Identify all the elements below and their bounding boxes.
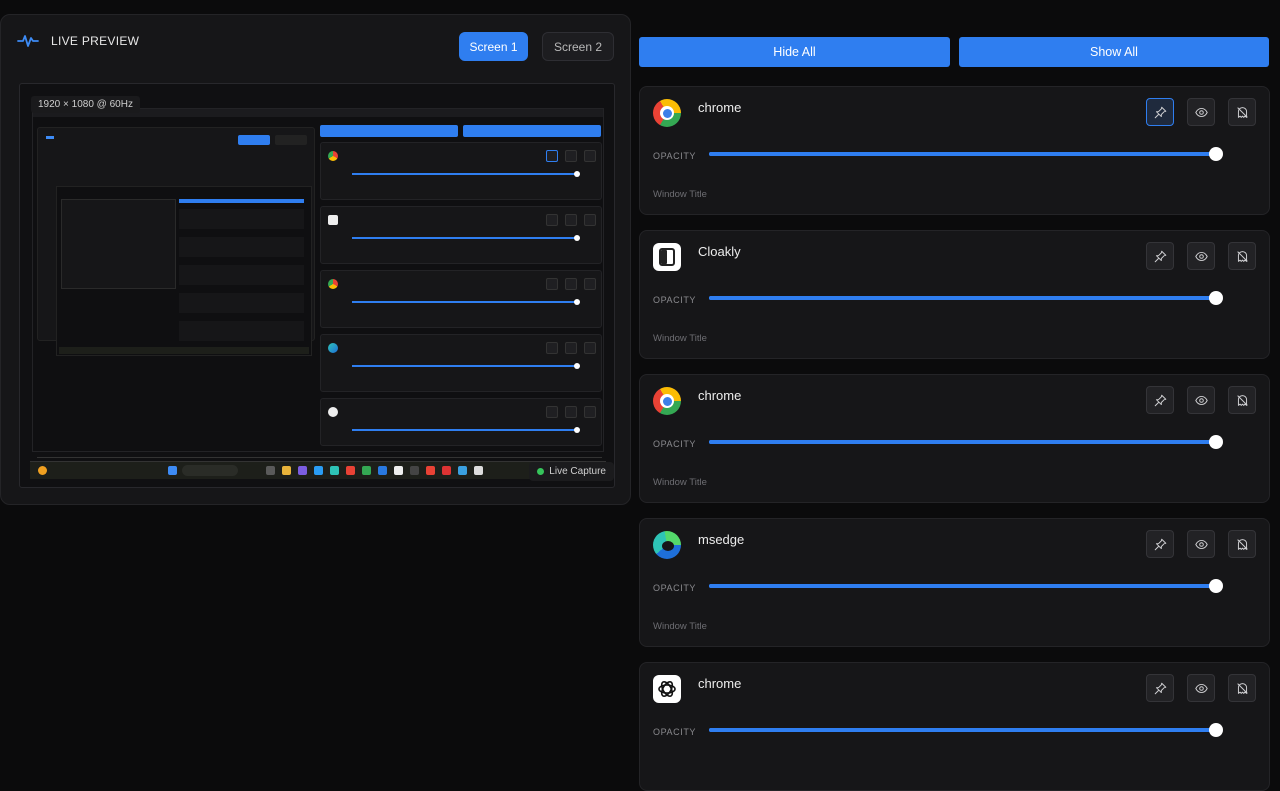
- preview-title: LIVE PREVIEW: [51, 34, 140, 48]
- capture-exclude-button[interactable]: [1228, 386, 1256, 414]
- window-app-name: chrome: [698, 100, 742, 115]
- screen-2-button[interactable]: Screen 2: [542, 32, 614, 61]
- show-all-button[interactable]: Show All: [959, 37, 1269, 67]
- opacity-slider-thumb[interactable]: [1209, 291, 1223, 305]
- window-title: Window Title: [653, 621, 707, 632]
- capture-exclude-button[interactable]: [1228, 242, 1256, 270]
- window-card: Cloakly OPACITY Window Title: [639, 230, 1270, 359]
- visibility-button[interactable]: [1187, 98, 1215, 126]
- opacity-slider-thumb[interactable]: [1209, 579, 1223, 593]
- cloakly-icon: [653, 243, 681, 271]
- ghost-icon: [1236, 682, 1248, 694]
- window-app-name: msedge: [698, 532, 745, 547]
- ghost-icon: [1236, 394, 1248, 406]
- live-capture-label: Live Capture: [549, 466, 606, 477]
- opacity-slider[interactable]: [709, 291, 1223, 305]
- opacity-label: OPACITY: [653, 151, 697, 161]
- pin-button[interactable]: [1146, 386, 1174, 414]
- pin-button[interactable]: [1146, 530, 1174, 558]
- opacity-slider[interactable]: [709, 723, 1223, 737]
- window-card: chrome OPACITY: [639, 662, 1270, 791]
- opacity-label: OPACITY: [653, 295, 697, 305]
- opacity-slider[interactable]: [709, 147, 1223, 161]
- chatgpt-icon: [653, 675, 681, 703]
- window-title: Window Title: [653, 333, 707, 344]
- pin-button[interactable]: [1146, 242, 1174, 270]
- preview-header: LIVE PREVIEW: [17, 33, 139, 49]
- window-card: chrome OPACITY Window Title: [639, 86, 1270, 215]
- pin-icon: [1154, 394, 1166, 406]
- window-title: Window Title: [653, 477, 707, 488]
- opacity-slider[interactable]: [709, 579, 1223, 593]
- pin-icon: [1154, 682, 1166, 694]
- opacity-slider[interactable]: [709, 435, 1223, 449]
- opacity-slider-thumb[interactable]: [1209, 147, 1223, 161]
- activity-icon: [17, 35, 39, 47]
- captured-desktop-image: [32, 108, 604, 458]
- hide-all-button[interactable]: Hide All: [639, 37, 950, 67]
- window-app-name: chrome: [698, 676, 742, 691]
- live-capture-badge: Live Capture: [529, 462, 614, 481]
- live-preview-panel: LIVE PREVIEW Screen 1 Screen 2 1920 × 10…: [0, 14, 631, 505]
- opacity-label: OPACITY: [653, 727, 697, 737]
- visibility-button[interactable]: [1187, 386, 1215, 414]
- ghost-icon: [1236, 538, 1248, 550]
- eye-icon: [1194, 251, 1208, 261]
- capture-exclude-button[interactable]: [1228, 674, 1256, 702]
- window-title: Window Title: [653, 189, 707, 200]
- pin-icon: [1154, 538, 1166, 550]
- resolution-badge: 1920 × 1080 @ 60Hz: [31, 96, 140, 113]
- opacity-slider-thumb[interactable]: [1209, 723, 1223, 737]
- screen-1-button[interactable]: Screen 1: [459, 32, 528, 61]
- chrome-icon: [653, 99, 681, 127]
- pin-icon: [1154, 250, 1166, 262]
- chrome-icon: [653, 387, 681, 415]
- eye-icon: [1194, 395, 1208, 405]
- visibility-button[interactable]: [1187, 242, 1215, 270]
- capture-exclude-button[interactable]: [1228, 530, 1256, 558]
- screen-capture-view: 1920 × 1080 @ 60Hz Live Capture: [19, 83, 615, 488]
- opacity-slider-thumb[interactable]: [1209, 435, 1223, 449]
- opacity-label: OPACITY: [653, 439, 697, 449]
- capture-exclude-button[interactable]: [1228, 98, 1256, 126]
- visibility-button[interactable]: [1187, 674, 1215, 702]
- window-app-name: chrome: [698, 388, 742, 403]
- window-card: msedge OPACITY Window Title: [639, 518, 1270, 647]
- msedge-icon: [653, 531, 681, 559]
- live-status-dot: [537, 468, 545, 475]
- eye-icon: [1194, 107, 1208, 117]
- eye-icon: [1194, 683, 1208, 693]
- ghost-icon: [1236, 106, 1248, 118]
- window-app-name: Cloakly: [698, 244, 741, 259]
- window-card: chrome OPACITY Window Title: [639, 374, 1270, 503]
- eye-icon: [1194, 539, 1208, 549]
- pin-icon: [1154, 106, 1166, 118]
- pin-button[interactable]: [1146, 674, 1174, 702]
- captured-taskbar: [30, 461, 606, 479]
- ghost-icon: [1236, 250, 1248, 262]
- visibility-button[interactable]: [1187, 530, 1215, 558]
- opacity-label: OPACITY: [653, 583, 697, 593]
- pin-button[interactable]: [1146, 98, 1174, 126]
